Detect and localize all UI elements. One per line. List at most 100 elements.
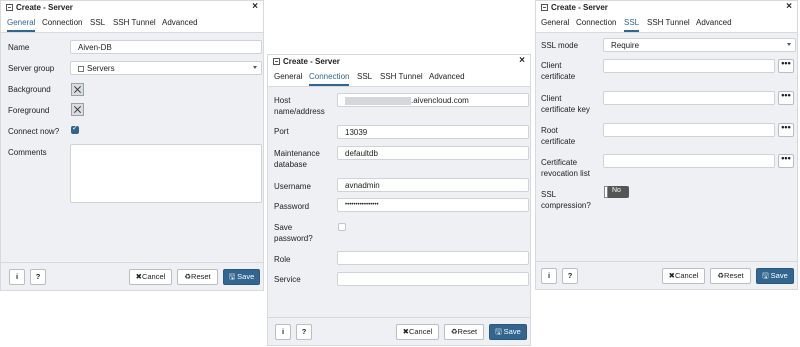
create-server-dialog-general: Create - Server × General Connection SSL… xyxy=(0,0,264,291)
host-label-line1: Host xyxy=(274,96,291,105)
tab-ssl[interactable]: SSL xyxy=(90,18,105,30)
tab-connection[interactable]: Connection xyxy=(576,18,616,30)
cancel-button[interactable]: ✖Cancel xyxy=(396,324,439,340)
cancel-button[interactable]: ✖Cancel xyxy=(662,268,705,284)
host-label: Host name/address xyxy=(274,95,325,117)
client-cert-browse-button[interactable]: ••• xyxy=(778,59,794,73)
root-cert-browse-button[interactable]: ••• xyxy=(778,123,794,137)
info-button[interactable]: i xyxy=(9,269,25,285)
tab-general[interactable]: General xyxy=(7,18,36,32)
port-input[interactable]: 13039 xyxy=(337,125,529,139)
tab-connection[interactable]: Connection xyxy=(309,72,350,86)
root-cert-input[interactable] xyxy=(603,123,775,137)
background-color-picker[interactable] xyxy=(71,83,84,96)
root-cert-line2: certificate xyxy=(541,137,576,146)
cancel-button[interactable]: ✖Cancel xyxy=(129,269,172,285)
dialog-title: Create - Server xyxy=(551,3,608,12)
crl-browse-button[interactable]: ••• xyxy=(778,154,794,168)
ssl-compression-line1: SSL xyxy=(541,190,557,199)
name-input[interactable]: Aiven-DB xyxy=(70,40,262,54)
dialog-header: Create - Server × xyxy=(268,55,530,70)
ssl-mode-value: Require xyxy=(611,41,640,50)
server-group-select[interactable]: Servers xyxy=(70,61,262,75)
save-button[interactable]: 🖫 Save xyxy=(489,324,527,340)
foreground-label: Foreground xyxy=(8,106,50,115)
tab-ssl[interactable]: SSL xyxy=(624,18,640,32)
connect-now-checkbox[interactable] xyxy=(71,124,79,134)
tab-connection[interactable]: Connection xyxy=(42,18,82,30)
close-icon[interactable]: × xyxy=(786,1,792,12)
background-label: Background xyxy=(8,85,51,94)
server-icon xyxy=(273,58,280,65)
client-key-line1: Client xyxy=(541,94,562,103)
server-group-value: Servers xyxy=(87,64,115,73)
maintenance-db-input[interactable]: defaultdb xyxy=(337,146,529,160)
client-key-input[interactable] xyxy=(603,91,775,105)
host-value: .aivencloud.com xyxy=(411,96,469,105)
ssl-mode-select[interactable]: Require xyxy=(603,38,796,52)
tab-bar: General Connection SSL SSH Tunnel Advanc… xyxy=(268,69,530,87)
service-label: Service xyxy=(274,275,301,284)
help-button[interactable]: ? xyxy=(562,268,578,284)
tab-bar: General Connection SSL SSH Tunnel Advanc… xyxy=(1,15,263,33)
crl-label: Certificate revocation list xyxy=(541,157,590,179)
save-button[interactable]: 🖫 Save xyxy=(223,269,260,285)
close-icon[interactable]: × xyxy=(519,55,525,66)
reset-button[interactable]: ♻Reset xyxy=(710,268,751,284)
info-button[interactable]: i xyxy=(541,268,557,284)
server-group-label: Server group xyxy=(8,64,55,73)
save-button[interactable]: 🖫 Save xyxy=(756,268,794,284)
client-cert-label: Client certificate xyxy=(541,60,575,82)
tab-ssh-tunnel[interactable]: SSH Tunnel xyxy=(647,18,690,30)
save-password-label: Save password? xyxy=(274,222,313,244)
help-button[interactable]: ? xyxy=(296,324,312,340)
client-key-line2: certificate key xyxy=(541,105,590,114)
dialog-footer: i ? ✖Cancel ♻Reset 🖫 Save xyxy=(536,261,797,289)
username-label: Username xyxy=(274,182,311,191)
tab-general[interactable]: General xyxy=(274,72,302,84)
maintenance-db-label: Maintenance database xyxy=(274,148,320,170)
client-cert-input[interactable] xyxy=(603,59,775,73)
tab-ssl[interactable]: SSL xyxy=(357,72,372,84)
port-label: Port xyxy=(274,127,289,136)
crl-input[interactable] xyxy=(603,154,775,168)
crl-line1: Certificate xyxy=(541,158,578,167)
foreground-color-picker[interactable] xyxy=(71,103,84,116)
tab-bar: General Connection SSL SSH Tunnel Advanc… xyxy=(536,15,797,33)
maintenance-label-line2: database xyxy=(274,160,307,169)
tab-ssh-tunnel[interactable]: SSH Tunnel xyxy=(113,18,156,30)
dialog-footer: i ? ✖Cancel ♻Reset 🖫 Save xyxy=(268,317,530,345)
tab-general[interactable]: General xyxy=(541,18,569,30)
reset-button[interactable]: ♻Reset xyxy=(444,324,484,340)
maintenance-label-line1: Maintenance xyxy=(274,149,320,158)
save-password-checkbox[interactable] xyxy=(338,223,346,231)
client-cert-line2: certificate xyxy=(541,72,576,81)
comments-textarea[interactable] xyxy=(70,144,262,203)
chevron-down-icon xyxy=(787,43,791,46)
ssl-compression-toggle[interactable]: No xyxy=(604,186,629,198)
service-input[interactable] xyxy=(337,272,529,286)
info-button[interactable]: i xyxy=(275,324,291,340)
redacted-hostname xyxy=(345,96,411,105)
tab-advanced[interactable]: Advanced xyxy=(429,72,465,84)
tab-ssh-tunnel[interactable]: SSH Tunnel xyxy=(380,72,423,84)
chevron-down-icon xyxy=(253,66,257,69)
help-button[interactable]: ? xyxy=(30,269,46,285)
client-key-browse-button[interactable]: ••• xyxy=(778,91,794,105)
crl-line2: revocation list xyxy=(541,169,590,178)
client-key-label: Client certificate key xyxy=(541,93,590,115)
dialog-header: Create - Server × xyxy=(536,1,797,16)
tab-advanced[interactable]: Advanced xyxy=(162,18,198,30)
save-password-line2: password? xyxy=(274,234,313,243)
ssl-compression-line2: compression? xyxy=(541,201,591,210)
host-input[interactable]: .aivencloud.com xyxy=(337,93,529,107)
create-server-dialog-connection: Create - Server × General Connection SSL… xyxy=(267,54,531,346)
role-input[interactable] xyxy=(337,251,529,265)
tab-advanced[interactable]: Advanced xyxy=(696,18,732,30)
password-input[interactable]: •••••••••••••••• xyxy=(337,198,529,212)
reset-button[interactable]: ♻Reset xyxy=(177,269,218,285)
close-icon[interactable]: × xyxy=(252,1,258,12)
username-input[interactable]: avnadmin xyxy=(337,178,529,192)
dialog-header: Create - Server × xyxy=(1,1,263,16)
connect-now-label: Connect now? xyxy=(8,127,60,136)
